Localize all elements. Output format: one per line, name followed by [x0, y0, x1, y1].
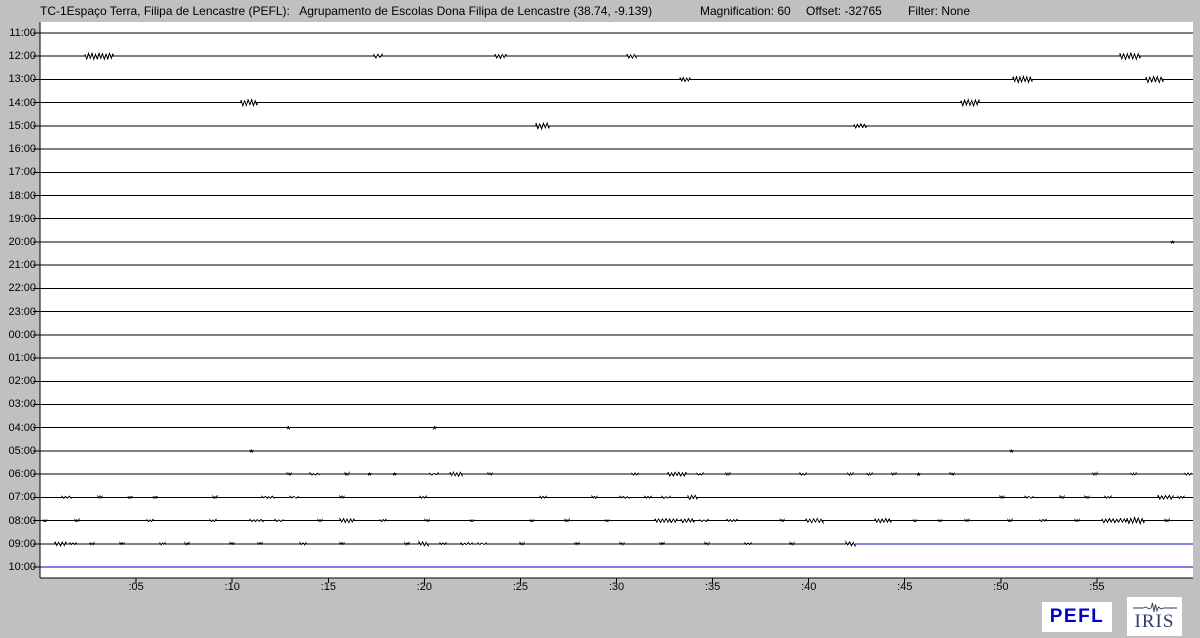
hour-label: 18:00: [0, 188, 36, 204]
hour-label: 01:00: [0, 350, 36, 366]
minute-label: :05: [128, 581, 143, 594]
hour-label: 05:00: [0, 443, 36, 459]
minute-label: :55: [1089, 581, 1104, 594]
pefl-logo-text: PEFL: [1050, 606, 1105, 628]
hour-label: 17:00: [0, 164, 36, 180]
minute-label: :20: [417, 581, 432, 594]
hour-label: 02:00: [0, 373, 36, 389]
minute-label: :15: [321, 581, 336, 594]
minute-label: :30: [609, 581, 624, 594]
minute-label: :25: [513, 581, 528, 594]
hour-label: 19:00: [0, 211, 36, 227]
hour-label: 16:00: [0, 141, 36, 157]
helicorder-window: TC-1Espaço Terra, Filipa de Lencastre (P…: [0, 0, 1200, 638]
hour-label: 00:00: [0, 327, 36, 343]
minute-label: :35: [705, 581, 720, 594]
minute-label: :45: [897, 581, 912, 594]
minute-label: :40: [801, 581, 816, 594]
hour-label: 04:00: [0, 420, 36, 436]
hour-label: 15:00: [0, 118, 36, 134]
helicorder-plot[interactable]: [0, 0, 1200, 638]
hour-label: 07:00: [0, 489, 36, 505]
hour-label: 08:00: [0, 513, 36, 529]
minute-label: :10: [225, 581, 240, 594]
iris-logo: IRIS: [1127, 597, 1182, 636]
hour-label: 20:00: [0, 234, 36, 250]
hour-label: 13:00: [0, 71, 36, 87]
hour-label: 06:00: [0, 466, 36, 482]
hour-label: 03:00: [0, 396, 36, 412]
hour-label: 14:00: [0, 95, 36, 111]
minute-label: :50: [993, 581, 1008, 594]
hour-label: 22:00: [0, 280, 36, 296]
pefl-logo: PEFL: [1042, 602, 1112, 632]
hour-label: 12:00: [0, 48, 36, 64]
hour-label: 11:00: [0, 25, 36, 41]
iris-logo-text: IRIS: [1135, 613, 1175, 631]
hour-label: 10:00: [0, 559, 36, 575]
hour-label: 09:00: [0, 536, 36, 552]
hour-label: 23:00: [0, 304, 36, 320]
hour-label: 21:00: [0, 257, 36, 273]
